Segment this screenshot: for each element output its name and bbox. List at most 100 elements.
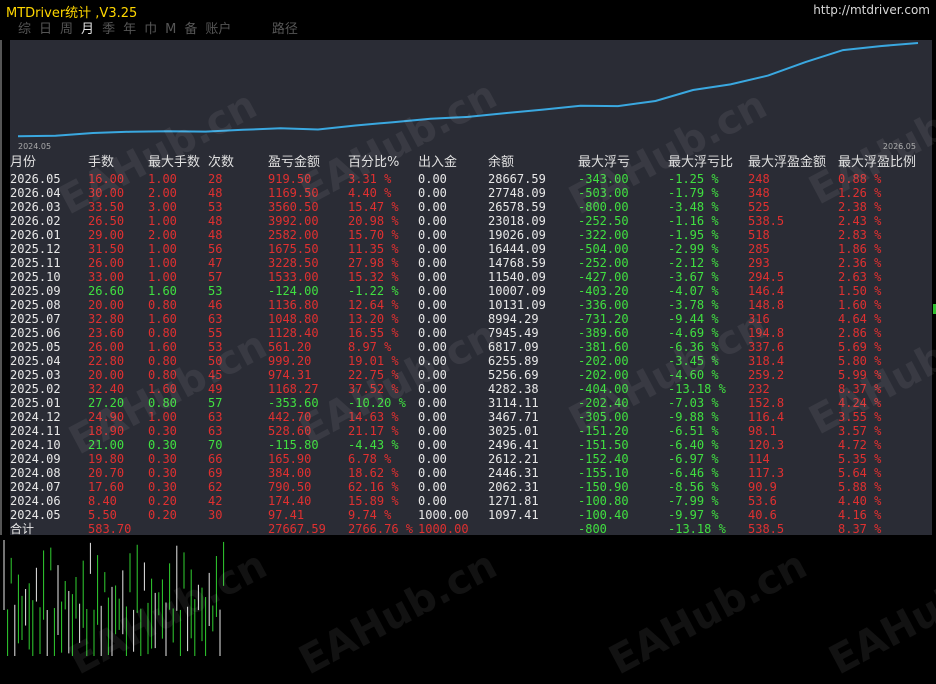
tab-6[interactable]: 巾 bbox=[140, 21, 161, 39]
cell-dd-amt: -800.00 bbox=[578, 200, 629, 214]
table-row[interactable]: 2024.12 24.90 1.00 63 442.70 14.63 % 0.00 3467.… bbox=[10, 410, 932, 424]
cell-max-lots: 1.60 bbox=[148, 340, 177, 354]
cell-pct: -10.20 % bbox=[348, 396, 406, 410]
table-row[interactable]: 2026.03 33.50 3.00 53 3560.50 15.47 % 0.00 2657… bbox=[10, 200, 932, 214]
tab-12[interactable]: 路径 bbox=[268, 21, 302, 39]
total-pct: 2766.76 % bbox=[348, 522, 414, 536]
header-cell[interactable]: 最大浮亏比 bbox=[668, 154, 733, 172]
left-scrollbar[interactable] bbox=[0, 40, 2, 535]
header-cell[interactable]: 次数 bbox=[208, 154, 234, 172]
table-row[interactable]: 2024.05 5.50 0.20 30 97.41 9.74 % 1000.00 1097.… bbox=[10, 508, 932, 522]
cell-lots: 19.80 bbox=[88, 452, 125, 466]
table-row[interactable]: 2025.03 20.00 0.80 45 974.31 22.75 % 0.00 5256.… bbox=[10, 368, 932, 382]
cell-count: 50 bbox=[208, 354, 223, 368]
cell-pl: 97.41 bbox=[268, 508, 305, 522]
tab-10[interactable] bbox=[235, 21, 251, 39]
table-row[interactable]: 2024.11 18.90 0.30 63 528.60 21.17 % 0.00 3025.… bbox=[10, 424, 932, 438]
cell-dd-pct: -6.36 % bbox=[668, 340, 719, 354]
cell-lots: 33.50 bbox=[88, 200, 125, 214]
cell-lots: 20.70 bbox=[88, 466, 125, 480]
cell-count: 57 bbox=[208, 396, 223, 410]
cell-count: 30 bbox=[208, 508, 223, 522]
table-row[interactable]: 2025.06 23.60 0.80 55 1128.40 16.55 % 0.00 7945… bbox=[10, 326, 932, 340]
cell-dd-pct: -6.46 % bbox=[668, 466, 719, 480]
table-row[interactable]: 2025.11 26.00 1.00 47 3228.50 27.98 % 0.00 1476… bbox=[10, 256, 932, 270]
table-row[interactable]: 2024.09 19.80 0.30 66 165.90 6.78 % 0.00 2612.2… bbox=[10, 452, 932, 466]
header-cell[interactable]: 最大浮盈比例 bbox=[838, 154, 916, 172]
table-row[interactable]: 2024.10 21.00 0.30 70 -115.80 -4.43 % 0.00 2496… bbox=[10, 438, 932, 452]
cell-bal: 1097.41 bbox=[488, 508, 539, 522]
cell-pl: 1533.00 bbox=[268, 270, 319, 284]
cell-dd-pct: -3.45 % bbox=[668, 354, 719, 368]
cell-fp-pct: 4.24 % bbox=[838, 396, 882, 410]
table-row[interactable]: 2025.10 33.00 1.00 57 1533.00 15.32 % 0.00 1154… bbox=[10, 270, 932, 284]
cell-max-lots: 0.80 bbox=[148, 354, 177, 368]
table-row[interactable]: 2026.04 30.00 2.00 48 1169.50 4.40 % 0.00 27748… bbox=[10, 186, 932, 200]
header-cell[interactable]: 出入金 bbox=[418, 154, 457, 172]
cell-dd-amt: -389.60 bbox=[578, 326, 629, 340]
cell-dd-pct: -1.16 % bbox=[668, 214, 719, 228]
table-row[interactable]: 2026.01 29.00 2.00 48 2582.00 15.70 % 0.00 1902… bbox=[10, 228, 932, 242]
header-cell[interactable]: 月份 bbox=[10, 154, 36, 172]
cell-dd-pct: -7.03 % bbox=[668, 396, 719, 410]
cell-pl: 974.31 bbox=[268, 368, 312, 382]
table-row[interactable]: 2025.07 32.80 1.60 63 1048.80 13.20 % 0.00 8994… bbox=[10, 312, 932, 326]
tab-11[interactable] bbox=[252, 21, 268, 39]
table-row[interactable]: 2025.12 31.50 1.00 56 1675.50 11.35 % 0.00 1644… bbox=[10, 242, 932, 256]
cell-count: 53 bbox=[208, 284, 223, 298]
table-row[interactable]: 2024.07 17.60 0.30 62 790.50 62.16 % 0.00 2062.… bbox=[10, 480, 932, 494]
table-row[interactable]: 2025.09 26.60 1.60 53 -124.00 -1.22 % 0.00 1000… bbox=[10, 284, 932, 298]
cell-fp-pct: 1.50 % bbox=[838, 284, 882, 298]
table-row[interactable]: 2025.08 20.00 0.80 46 1136.80 12.64 % 0.00 1013… bbox=[10, 298, 932, 312]
table-row[interactable]: 2025.04 22.80 0.80 50 999.20 19.01 % 0.00 6255.… bbox=[10, 354, 932, 368]
header-cell[interactable]: 百分比% bbox=[348, 154, 399, 172]
cell-pl: 999.20 bbox=[268, 354, 312, 368]
tab-8[interactable]: 备 bbox=[180, 21, 201, 39]
cell-max-lots: 2.00 bbox=[148, 186, 177, 200]
cell-bal: 23018.09 bbox=[488, 214, 546, 228]
table-row[interactable]: 2025.02 32.40 1.60 49 1168.27 37.52 % 0.00 4282… bbox=[10, 382, 932, 396]
header-cell[interactable]: 手数 bbox=[88, 154, 114, 172]
table-row[interactable]: 2025.05 26.00 1.60 53 561.20 8.97 % 0.00 6817.0… bbox=[10, 340, 932, 354]
tab-3[interactable]: 月 bbox=[77, 21, 98, 39]
cell-pl: 790.50 bbox=[268, 480, 312, 494]
tab-4[interactable]: 季 bbox=[98, 21, 119, 39]
cell-count: 48 bbox=[208, 186, 223, 200]
table-row[interactable]: 2026.02 26.50 1.00 48 3992.00 20.98 % 0.00 2301… bbox=[10, 214, 932, 228]
header-cell[interactable]: 盈亏金额 bbox=[268, 154, 320, 172]
cell-dd-amt: -202.00 bbox=[578, 354, 629, 368]
cell-flow: 0.00 bbox=[418, 438, 447, 452]
cell-dd-pct: -3.78 % bbox=[668, 298, 719, 312]
header-cell[interactable]: 余额 bbox=[488, 154, 514, 172]
cell-pl: 919.50 bbox=[268, 172, 312, 186]
tab-0[interactable]: 综 bbox=[14, 21, 35, 39]
cell-max-lots: 1.00 bbox=[148, 270, 177, 284]
header-cell[interactable]: 最大手数 bbox=[148, 154, 200, 172]
cell-dd-pct: -13.18 % bbox=[668, 382, 726, 396]
table-row[interactable]: 2026.05 16.00 1.00 28 919.50 3.31 % 0.00 28667.… bbox=[10, 172, 932, 186]
cell-month: 2026.04 bbox=[10, 186, 61, 200]
cell-dd-amt: -404.00 bbox=[578, 382, 629, 396]
cell-flow: 0.00 bbox=[418, 312, 447, 326]
cell-max-lots: 0.30 bbox=[148, 480, 177, 494]
cell-bal: 26578.59 bbox=[488, 200, 546, 214]
tab-7[interactable]: M bbox=[161, 21, 180, 39]
cell-max-lots: 0.80 bbox=[148, 396, 177, 410]
cell-fp-amt: 525 bbox=[748, 200, 770, 214]
cell-fp-amt: 146.4 bbox=[748, 284, 785, 298]
table-row[interactable]: 2024.06 8.40 0.20 42 174.40 15.89 % 0.00 1271.8… bbox=[10, 494, 932, 508]
header-cell[interactable]: 最大浮盈金额 bbox=[748, 154, 826, 172]
site-url-link[interactable]: http://mtdriver.com bbox=[813, 3, 930, 17]
cell-dd-pct: -4.60 % bbox=[668, 368, 719, 382]
tab-5[interactable]: 年 bbox=[119, 21, 140, 39]
table-row[interactable]: 2024.08 20.70 0.30 69 384.00 18.62 % 0.00 2446.… bbox=[10, 466, 932, 480]
cell-dd-pct: -1.25 % bbox=[668, 172, 719, 186]
header-cell[interactable]: 最大浮亏 bbox=[578, 154, 630, 172]
tab-1[interactable]: 日 bbox=[35, 21, 56, 39]
total-row: 合计 583.70 27667.59 2766.76 % 1000.00 -800 -13.… bbox=[10, 522, 932, 536]
tab-9[interactable]: 账户 bbox=[201, 21, 235, 39]
tab-2[interactable]: 周 bbox=[56, 21, 77, 39]
table-row[interactable]: 2025.01 27.20 0.80 57 -353.60 -10.20 % 0.00 311… bbox=[10, 396, 932, 410]
cell-pct: 3.31 % bbox=[348, 172, 392, 186]
cell-count: 48 bbox=[208, 214, 223, 228]
